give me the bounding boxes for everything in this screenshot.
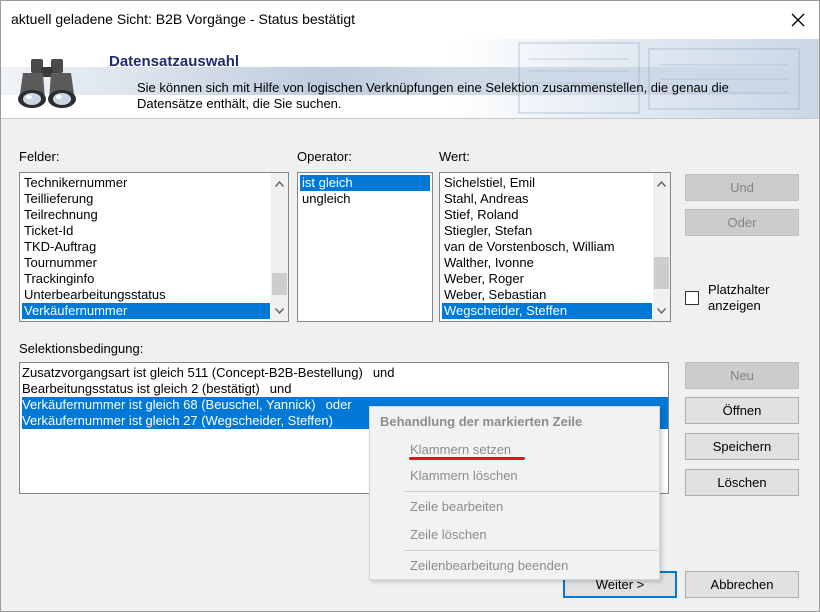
chevron-down-icon <box>275 307 284 314</box>
scroll-thumb[interactable] <box>272 273 287 295</box>
condition-conjunction: und <box>269 381 292 396</box>
chevron-down-icon <box>657 307 666 314</box>
list-item[interactable]: Stief, Roland <box>442 207 652 223</box>
close-button[interactable] <box>785 7 811 33</box>
fields-list: Technikernummer Teillieferung Teilrechnu… <box>22 175 270 319</box>
condition-conjunction: oder <box>325 397 352 412</box>
list-item[interactable]: ungleich <box>300 191 430 207</box>
condition-text: Verkäufernummer ist gleich 27 (Wegscheid… <box>22 413 333 428</box>
annotation-underline <box>409 457 525 460</box>
placeholder-label-line1: Platzhalter <box>708 282 770 297</box>
menu-item-klammern-loeschen[interactable]: Klammern löschen <box>410 468 518 483</box>
chevron-up-icon <box>275 180 284 187</box>
speichern-button[interactable]: Speichern <box>685 433 799 460</box>
list-item[interactable]: Weber, Roger <box>442 271 652 287</box>
list-item[interactable]: Trackinginfo <box>22 271 270 287</box>
und-button[interactable]: Und <box>685 174 799 201</box>
list-item[interactable]: Teillieferung <box>22 191 270 207</box>
list-item[interactable]: Technikernummer <box>22 175 270 191</box>
condition-text: Bearbeitungsstatus ist gleich 2 (bestäti… <box>22 381 260 396</box>
menu-item-klammern-setzen[interactable]: Klammern setzen <box>410 442 511 457</box>
window-title: aktuell geladene Sicht: B2B Vorgänge - S… <box>11 11 356 27</box>
context-menu: Behandlung der markierten Zeile Klammern… <box>369 406 660 580</box>
menu-item-zeile-loeschen[interactable]: Zeile löschen <box>410 527 487 542</box>
condition-conjunction: und <box>372 365 395 380</box>
scroll-down-button[interactable] <box>271 302 288 319</box>
header-banner: Datensatzauswahl Sie können sich mit Hil… <box>1 39 819 119</box>
scroll-up-button[interactable] <box>271 175 288 192</box>
menu-item-zeilenbearbeitung-beenden[interactable]: Zeilenbearbeitung beenden <box>410 558 568 573</box>
placeholder-label: Platzhalter anzeigen <box>708 282 769 314</box>
condition-row[interactable]: Zusatzvorgangsart ist gleich 511 (Concep… <box>22 365 395 381</box>
selection-label: Selektionsbedingung: <box>19 341 144 356</box>
list-item[interactable]: TKD-Auftrag <box>22 239 270 255</box>
list-item[interactable]: Sichelstiel, Emil <box>442 175 652 191</box>
list-item[interactable]: Weber, Sebastian <box>442 287 652 303</box>
scroll-down-button[interactable] <box>653 302 670 319</box>
placeholder-checkbox[interactable] <box>685 291 699 305</box>
fields-listbox[interactable]: Technikernummer Teillieferung Teilrechnu… <box>19 172 289 322</box>
list-item[interactable]: Stahl, Andreas <box>442 191 652 207</box>
title-bar: aktuell geladene Sicht: B2B Vorgänge - S… <box>1 1 819 39</box>
chevron-up-icon <box>657 180 666 187</box>
context-menu-header: Behandlung der markierten Zeile <box>380 414 583 429</box>
condition-row[interactable]: Bearbeitungsstatus ist gleich 2 (bestäti… <box>22 381 291 397</box>
list-item-selected[interactable]: Wegscheider, Steffen <box>442 303 652 319</box>
operator-label: Operator: <box>297 149 352 164</box>
list-item[interactable]: Walther, Ivonne <box>442 255 652 271</box>
scroll-up-button[interactable] <box>653 175 670 192</box>
placeholder-label-line2: anzeigen <box>708 298 761 313</box>
list-item-selected[interactable]: ist gleich <box>300 175 430 191</box>
close-icon <box>791 13 805 27</box>
condition-text: Verkäufernummer ist gleich 68 (Beuschel,… <box>22 397 316 412</box>
condition-text: Zusatzvorgangsart ist gleich 511 (Concep… <box>22 365 363 380</box>
list-item[interactable]: Teilrechnung <box>22 207 270 223</box>
oder-button[interactable]: Oder <box>685 209 799 236</box>
value-list: Sichelstiel, Emil Stahl, Andreas Stief, … <box>442 175 652 319</box>
menu-separator <box>404 550 658 551</box>
neu-button[interactable]: Neu <box>685 362 799 389</box>
banner-description: Sie können sich mit Hilfe von logischen … <box>137 80 729 111</box>
operator-listbox[interactable]: ist gleich ungleich <box>297 172 433 322</box>
menu-separator <box>404 491 658 492</box>
value-scrollbar[interactable] <box>653 173 670 321</box>
fields-scrollbar[interactable] <box>271 173 288 321</box>
binoculars-icon <box>18 59 76 108</box>
scroll-thumb[interactable] <box>654 257 669 289</box>
loeschen-button[interactable]: Löschen <box>685 469 799 496</box>
oeffnen-button[interactable]: Öffnen <box>685 397 799 424</box>
list-item[interactable]: Stiegler, Stefan <box>442 223 652 239</box>
value-label: Wert: <box>439 149 470 164</box>
banner-title: Datensatzauswahl <box>109 53 240 70</box>
list-item[interactable]: Ticket-Id <box>22 223 270 239</box>
menu-item-zeile-bearbeiten[interactable]: Zeile bearbeiten <box>410 499 503 514</box>
list-item[interactable]: Tournummer <box>22 255 270 271</box>
operator-list: ist gleich ungleich <box>300 175 430 207</box>
abbrechen-button[interactable]: Abbrechen <box>685 571 799 598</box>
fields-label: Felder: <box>19 149 60 164</box>
value-listbox[interactable]: Sichelstiel, Emil Stahl, Andreas Stief, … <box>439 172 671 322</box>
list-item-selected[interactable]: Verkäufernummer <box>22 303 270 319</box>
list-item[interactable]: Unterbearbeitungsstatus <box>22 287 270 303</box>
dialog-window: aktuell geladene Sicht: B2B Vorgänge - S… <box>0 0 820 612</box>
list-item[interactable]: van de Vorstenbosch, William <box>442 239 652 255</box>
